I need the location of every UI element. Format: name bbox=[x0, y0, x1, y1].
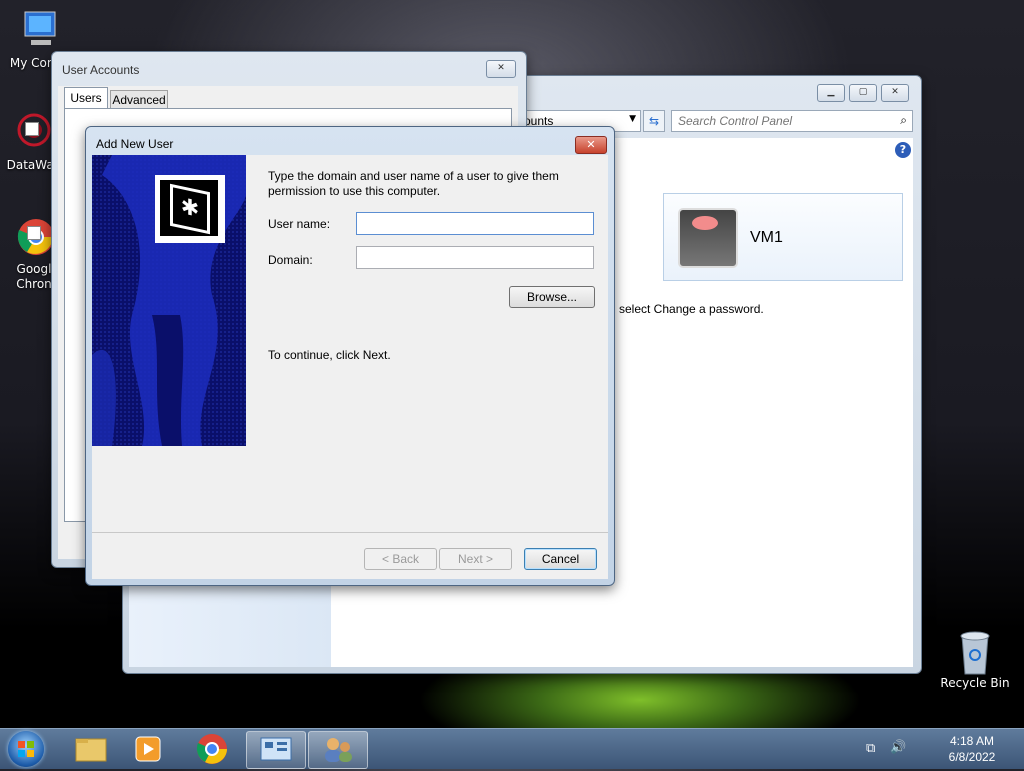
next-button[interactable]: Next > bbox=[439, 548, 512, 570]
chrome-icon bbox=[196, 734, 227, 764]
chevron-down-icon[interactable]: ▼ bbox=[629, 114, 636, 124]
folder-icon bbox=[75, 738, 107, 762]
domain-label: Domain: bbox=[268, 253, 313, 267]
search-input[interactable] bbox=[676, 113, 880, 129]
taskbar-control-panel[interactable] bbox=[246, 731, 306, 769]
maximize-button[interactable]: ▢ bbox=[849, 84, 877, 102]
desktop-icon-label: Recycle Bin bbox=[940, 676, 1010, 690]
wizard-banner: ✱ bbox=[92, 155, 246, 446]
add-new-user-dialog: Add New User ✕ ✱ Type the domain and use… bbox=[85, 126, 615, 586]
refresh-button[interactable]: ⇆ bbox=[643, 110, 665, 132]
help-icon[interactable]: ? bbox=[895, 142, 911, 158]
control-panel-icon bbox=[260, 737, 292, 761]
dialog-divider bbox=[92, 532, 608, 533]
datawag-icon bbox=[13, 112, 55, 154]
windows-logo-icon bbox=[18, 741, 34, 757]
window-title: User Accounts bbox=[62, 63, 140, 77]
volume-icon[interactable]: 🔊 bbox=[890, 740, 906, 755]
taskbar: ⧉ 🔊 4:18 AM 6/8/2022 bbox=[0, 728, 1024, 769]
recycle-bin-icon bbox=[954, 630, 996, 675]
password-hint: select Change a password. bbox=[619, 302, 764, 316]
dialog-title: Add New User bbox=[96, 137, 174, 151]
user-key-icon: ✱ bbox=[155, 175, 225, 243]
desktop-icon-label: Googl Chron bbox=[16, 262, 52, 291]
taskbar-chrome[interactable] bbox=[183, 731, 241, 767]
account-tile[interactable]: VM1 bbox=[663, 193, 903, 281]
clock-time: 4:18 AM bbox=[949, 734, 995, 748]
dialog-body: ✱ Type the domain and user name of a use… bbox=[92, 155, 608, 579]
search-box[interactable]: ⌕ bbox=[671, 110, 913, 132]
close-button[interactable]: ✕ bbox=[881, 84, 909, 102]
network-icon[interactable]: ⧉ bbox=[866, 741, 875, 756]
media-player-icon bbox=[135, 736, 161, 762]
close-button[interactable]: ✕ bbox=[486, 60, 516, 78]
start-button[interactable] bbox=[8, 731, 44, 767]
computer-icon bbox=[17, 10, 59, 52]
continue-instruction: To continue, click Next. bbox=[268, 348, 391, 362]
close-button[interactable]: ✕ bbox=[575, 136, 607, 154]
taskbar-explorer[interactable] bbox=[62, 731, 120, 767]
tab-users[interactable]: Users bbox=[64, 87, 108, 109]
account-name: VM1 bbox=[750, 229, 783, 246]
clock-date: 6/8/2022 bbox=[948, 750, 996, 764]
tab-advanced[interactable]: Advanced bbox=[110, 90, 168, 110]
browse-button[interactable]: Browse... bbox=[509, 286, 595, 308]
cancel-button[interactable]: Cancel bbox=[524, 548, 597, 570]
shortcut-arrow-icon bbox=[27, 226, 41, 240]
search-icon[interactable]: ⌕ bbox=[900, 113, 907, 128]
back-button[interactable]: < Back bbox=[364, 548, 437, 570]
account-picture-icon bbox=[678, 208, 738, 268]
shortcut-arrow-icon bbox=[25, 122, 39, 136]
domain-input[interactable] bbox=[356, 246, 594, 269]
minimize-button[interactable]: ▁ bbox=[817, 84, 845, 102]
users-icon bbox=[325, 738, 352, 762]
desktop-icon-recycle-bin[interactable]: Recycle Bin bbox=[937, 630, 1013, 690]
username-input[interactable] bbox=[356, 212, 594, 235]
taskbar-media-player[interactable] bbox=[120, 731, 178, 767]
dialog-intro-text: Type the domain and user name of a user … bbox=[268, 169, 559, 198]
clock[interactable]: 4:18 AM 6/8/2022 bbox=[932, 733, 1012, 765]
taskbar-user-accounts[interactable] bbox=[308, 731, 368, 769]
username-label: User name: bbox=[268, 217, 331, 231]
